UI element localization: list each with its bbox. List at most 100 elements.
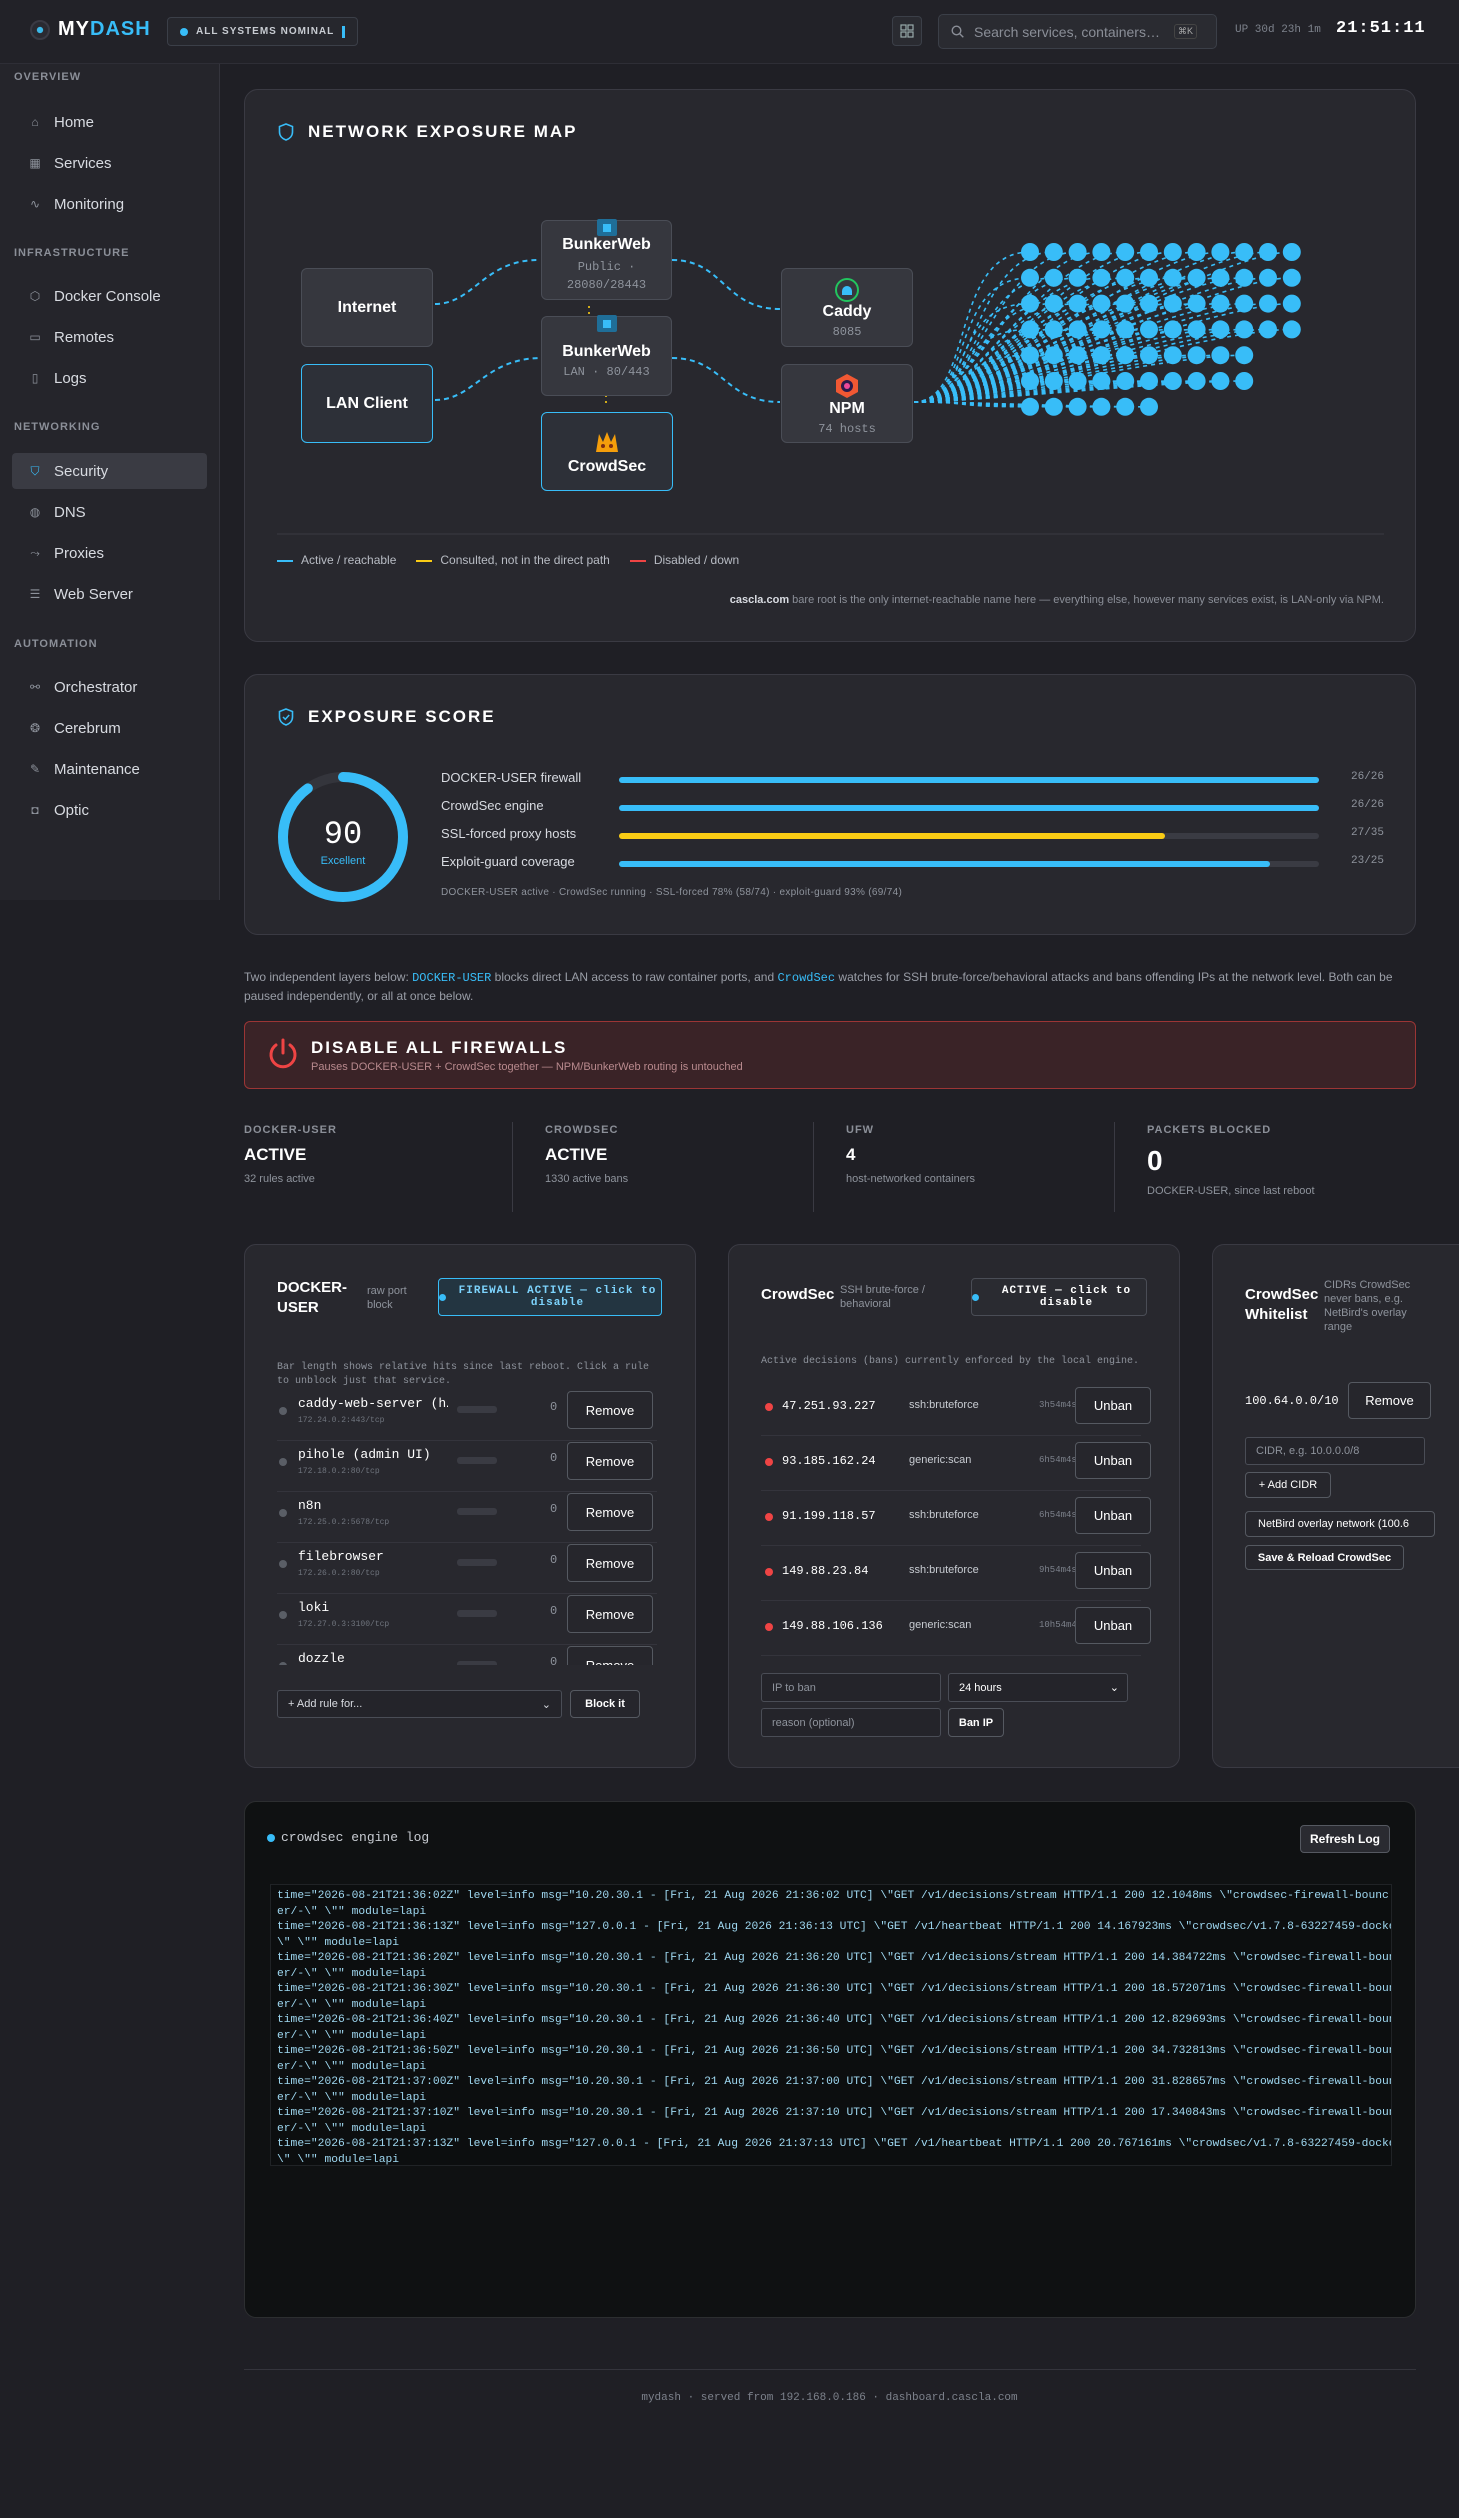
npm-host-dot[interactable]	[1259, 268, 1277, 287]
npm-host-dot[interactable]	[1116, 320, 1135, 339]
whitelist-remove-button[interactable]: Remove	[1348, 1382, 1431, 1419]
sidebar-item-logs[interactable]: ▯ Logs	[12, 360, 207, 396]
system-status-badge[interactable]: ALL SYSTEMS NOMINAL	[167, 17, 359, 46]
npm-host-dot[interactable]	[1044, 397, 1063, 416]
unban-button[interactable]: Unban	[1075, 1552, 1151, 1589]
rule-row[interactable]: filebrowser 172.26.0.2:80/tcp 0 Remove	[277, 1543, 657, 1594]
block-it-button[interactable]: Block it	[570, 1690, 640, 1718]
npm-host-dot[interactable]	[1211, 243, 1230, 261]
sidebar-item-docker-console[interactable]: ⬡ Docker Console	[12, 278, 207, 314]
npm-host-dot[interactable]	[1235, 346, 1254, 365]
rule-row[interactable]: dozzle 0 Remove	[277, 1645, 657, 1665]
rule-row[interactable]: pihole (admin UI) 172.18.0.2:80/tcp 0 Re…	[277, 1441, 657, 1492]
sidebar-item-home[interactable]: ⌂ Home	[12, 104, 207, 140]
rule-row[interactable]: loki 172.27.0.3:3100/tcp 0 Remove	[277, 1594, 657, 1645]
sidebar-item-remotes[interactable]: ▭ Remotes	[12, 319, 207, 355]
npm-host-dot[interactable]	[1116, 397, 1135, 416]
npm-host-dot[interactable]	[1187, 243, 1206, 261]
npm-host-dot[interactable]	[1092, 268, 1111, 287]
npm-host-dot[interactable]	[1044, 294, 1063, 313]
sidebar-item-maintenance[interactable]: ✎ Maintenance	[12, 751, 207, 787]
npm-host-dot[interactable]	[1044, 268, 1063, 287]
rule-remove-button[interactable]: Remove	[567, 1442, 653, 1480]
npm-host-dot[interactable]	[1068, 268, 1087, 287]
node-npm[interactable]: NPM 74 hosts	[781, 364, 913, 443]
npm-host-dot[interactable]	[1140, 346, 1158, 365]
sidebar-item-monitoring[interactable]: ∿ Monitoring	[12, 186, 207, 222]
add-cidr-button[interactable]: + Add CIDR	[1245, 1472, 1331, 1498]
node-lan-client[interactable]: LAN Client	[301, 364, 433, 443]
npm-host-dot[interactable]	[1235, 320, 1254, 339]
sidebar-item-proxies[interactable]: ⤳ Proxies	[12, 535, 207, 571]
npm-host-dot[interactable]	[1068, 320, 1087, 339]
npm-host-dot[interactable]	[1116, 372, 1135, 390]
npm-host-dot[interactable]	[1092, 397, 1111, 416]
npm-host-dot[interactable]	[1068, 397, 1087, 416]
npm-host-dot[interactable]	[1021, 294, 1039, 313]
brand-logo[interactable]: MYDASH	[30, 18, 151, 41]
apps-grid-button[interactable]	[892, 16, 922, 46]
sidebar-item-cerebrum[interactable]: ❂ Cerebrum	[12, 710, 207, 746]
npm-host-dot[interactable]	[1282, 268, 1301, 287]
npm-host-dot[interactable]	[1116, 268, 1135, 287]
npm-host-dot[interactable]	[1187, 320, 1206, 339]
npm-host-dot[interactable]	[1211, 346, 1230, 365]
npm-host-dot[interactable]	[1116, 294, 1135, 313]
sidebar-item-orchestrator[interactable]: ⚯ Orchestrator	[12, 669, 207, 705]
npm-host-dot[interactable]	[1163, 268, 1182, 287]
rule-row[interactable]: n8n 172.25.0.2:5678/tcp 0 Remove	[277, 1492, 657, 1543]
rule-remove-button[interactable]: Remove	[567, 1544, 653, 1582]
npm-host-dot[interactable]	[1021, 397, 1039, 416]
npm-host-dot[interactable]	[1092, 320, 1111, 339]
sidebar-item-services[interactable]: ▦ Services	[12, 145, 207, 181]
node-caddy[interactable]: Caddy 8085	[781, 268, 913, 347]
npm-host-dot[interactable]	[1163, 346, 1182, 365]
npm-host-dot[interactable]	[1282, 320, 1301, 339]
save-reload-crowdsec-button[interactable]: Save & Reload CrowdSec	[1245, 1545, 1404, 1570]
rule-remove-button[interactable]: Remove	[567, 1391, 653, 1429]
npm-host-dot[interactable]	[1044, 346, 1063, 365]
npm-host-dot[interactable]	[1211, 268, 1230, 287]
disable-all-firewalls-button[interactable]: DISABLE ALL FIREWALLS Pauses DOCKER-USER…	[244, 1021, 1416, 1089]
npm-host-dot[interactable]	[1140, 372, 1158, 390]
npm-host-dot[interactable]	[1259, 294, 1277, 313]
ban-ip-button[interactable]: Ban IP	[948, 1708, 1004, 1737]
unban-button[interactable]: Unban	[1075, 1497, 1151, 1534]
log-output[interactable]: time="2026-08-21T21:36:02Z" level=info m…	[270, 1884, 1392, 2166]
docker-user-toggle-button[interactable]: FIREWALL ACTIVE — click to disable	[438, 1278, 662, 1316]
npm-host-dot[interactable]	[1092, 294, 1111, 313]
npm-host-dot[interactable]	[1211, 294, 1230, 313]
npm-host-dot[interactable]	[1163, 372, 1182, 390]
node-crowdsec[interactable]: CrowdSec	[541, 412, 673, 491]
npm-host-dot[interactable]	[1163, 320, 1182, 339]
npm-host-dot[interactable]	[1044, 372, 1063, 390]
npm-host-dot[interactable]	[1259, 243, 1277, 261]
npm-host-dot[interactable]	[1235, 372, 1254, 390]
node-bunkerweb-lan[interactable]: BunkerWeb LAN · 80/443	[541, 315, 672, 396]
npm-host-dot[interactable]	[1187, 294, 1206, 313]
unban-button[interactable]: Unban	[1075, 1607, 1151, 1644]
npm-host-dot[interactable]	[1140, 294, 1158, 313]
npm-host-dot[interactable]	[1044, 320, 1063, 339]
npm-host-dot[interactable]	[1068, 243, 1087, 261]
sidebar-item-security[interactable]: ⛉ Security	[12, 453, 207, 489]
rule-row[interactable]: caddy-web-server (h… 172.24.0.2:443/tcp …	[277, 1390, 657, 1441]
npm-host-dot[interactable]	[1021, 320, 1039, 339]
npm-host-dot[interactable]	[1068, 372, 1087, 390]
npm-host-dot[interactable]	[1211, 320, 1230, 339]
npm-host-dot[interactable]	[1187, 268, 1206, 287]
docker-user-rules-list[interactable]: caddy-web-server (h… 172.24.0.2:443/tcp …	[245, 1390, 695, 1665]
npm-host-dot[interactable]	[1211, 372, 1230, 390]
npm-host-dot[interactable]	[1021, 243, 1039, 261]
npm-host-dot[interactable]	[1092, 243, 1111, 261]
npm-host-dot[interactable]	[1282, 294, 1301, 313]
crowdsec-toggle-button[interactable]: ACTIVE — click to disable	[971, 1278, 1147, 1316]
unban-button[interactable]: Unban	[1075, 1442, 1151, 1479]
npm-host-dot[interactable]	[1282, 243, 1301, 261]
npm-host-dot[interactable]	[1163, 243, 1182, 261]
unban-button[interactable]: Unban	[1075, 1387, 1151, 1424]
search-input[interactable]	[974, 23, 1164, 40]
npm-host-dot[interactable]	[1068, 346, 1087, 365]
npm-host-dot[interactable]	[1235, 243, 1254, 261]
cidr-input[interactable]: CIDR, e.g. 10.0.0.0/8	[1245, 1437, 1425, 1465]
